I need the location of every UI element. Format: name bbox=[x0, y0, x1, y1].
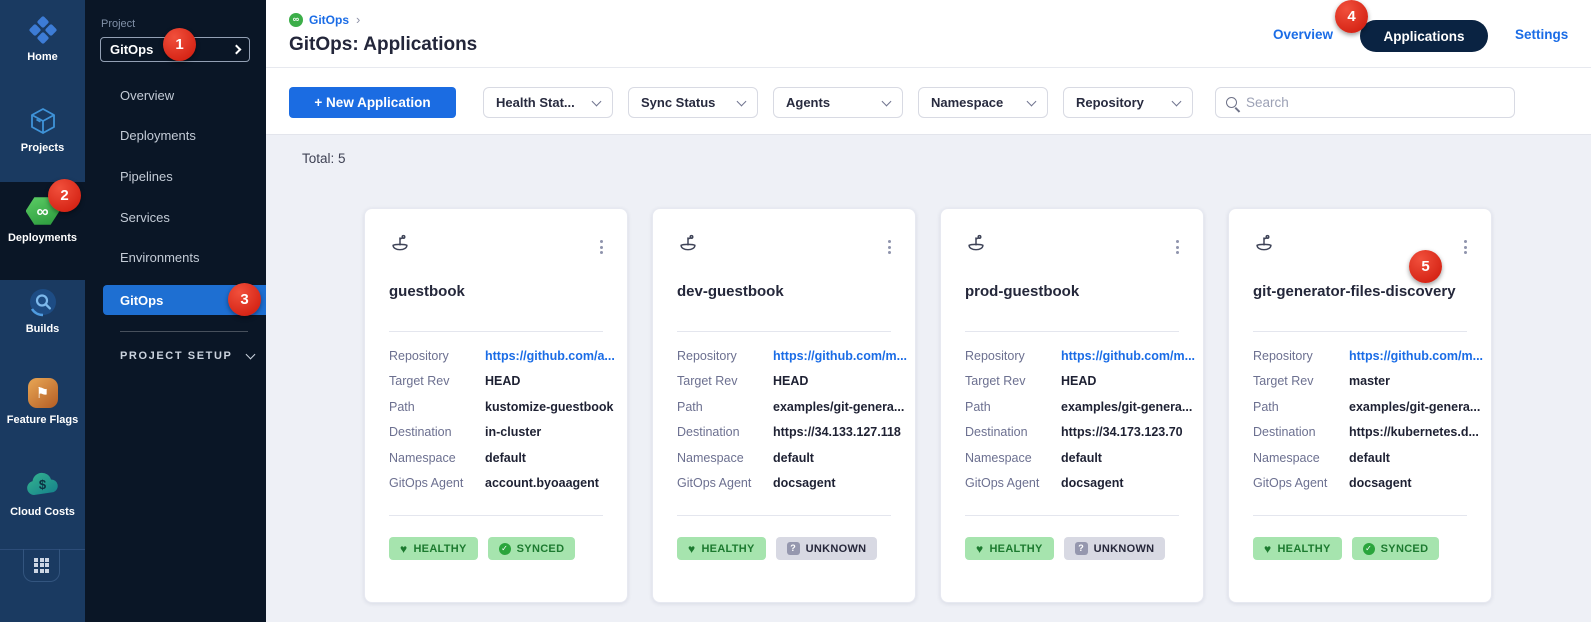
heart-icon: ♥ bbox=[688, 543, 695, 555]
builds-icon bbox=[28, 284, 58, 320]
chevron-down-icon bbox=[245, 349, 255, 359]
sync-status-filter[interactable]: Sync Status bbox=[628, 87, 758, 118]
som-mark-5: 5 bbox=[1409, 250, 1442, 283]
sidebar-divider bbox=[120, 331, 248, 332]
som-mark-3: 3 bbox=[228, 283, 261, 316]
sync-status-badge: ✓SYNCED bbox=[488, 537, 576, 560]
sync-status-badge: ?UNKNOWN bbox=[1064, 537, 1166, 560]
rail-item-builds[interactable]: Builds bbox=[0, 284, 85, 335]
chevron-right-icon bbox=[232, 45, 242, 55]
application-name: git-generator-files-discovery bbox=[1253, 283, 1456, 300]
rail-item-projects[interactable]: Projects bbox=[0, 103, 85, 154]
sync-status-badge: ?UNKNOWN bbox=[776, 537, 878, 560]
sidebar-item-deployments[interactable]: Deployments bbox=[120, 128, 196, 148]
application-card-dev-guestbook[interactable]: dev-guestbook Repositoryhttps://github.c… bbox=[652, 208, 916, 603]
agents-filter[interactable]: Agents bbox=[773, 87, 903, 118]
tab-overview[interactable]: Overview bbox=[1273, 27, 1333, 42]
som-mark-1: 1 bbox=[163, 28, 196, 61]
repository-link[interactable]: https://github.com/m... bbox=[1061, 349, 1195, 363]
repository-link[interactable]: https://github.com/m... bbox=[1349, 349, 1483, 363]
applications-content: Total: 5 guestbook bbox=[266, 136, 1591, 622]
tab-settings[interactable]: Settings bbox=[1515, 27, 1568, 42]
rail-item-feature-flags[interactable]: ⚑ Feature Flags bbox=[0, 375, 85, 426]
tab-applications[interactable]: Applications bbox=[1360, 20, 1488, 52]
application-cards: guestbook Repositoryhttps://github.com/a… bbox=[364, 208, 1492, 603]
feature-flags-icon: ⚑ bbox=[28, 375, 58, 411]
page-title: GitOps: Applications bbox=[289, 34, 477, 56]
breadcrumb-separator-icon: › bbox=[356, 12, 360, 27]
chevron-down-icon bbox=[1027, 96, 1037, 106]
repository-filter[interactable]: Repository bbox=[1063, 87, 1193, 118]
repository-link[interactable]: https://github.com/a... bbox=[485, 349, 615, 363]
heart-icon: ♥ bbox=[400, 543, 407, 555]
total-count: Total: 5 bbox=[302, 151, 346, 166]
health-status-badge: ♥HEALTHY bbox=[1253, 537, 1342, 560]
application-card-guestbook[interactable]: guestbook Repositoryhttps://github.com/a… bbox=[364, 208, 628, 603]
kebab-menu-icon[interactable] bbox=[596, 236, 607, 258]
sidebar-item-environments[interactable]: Environments bbox=[120, 250, 199, 270]
application-card-git-generator-files-discovery[interactable]: git-generator-files-discovery Repository… bbox=[1228, 208, 1492, 603]
project-section-label: Project bbox=[101, 18, 135, 30]
new-application-button[interactable]: + New Application bbox=[289, 87, 456, 118]
page-header: ∞ GitOps › GitOps: Applications Overview… bbox=[266, 0, 1591, 68]
sidebar-item-services[interactable]: Services bbox=[120, 210, 170, 230]
chevron-down-icon bbox=[882, 96, 892, 106]
cloud-costs-icon: $ bbox=[25, 467, 61, 503]
search-box bbox=[1215, 87, 1515, 118]
kebab-menu-icon[interactable] bbox=[1460, 236, 1471, 258]
sidebar-item-overview[interactable]: Overview bbox=[120, 88, 174, 108]
chevron-down-icon bbox=[737, 96, 747, 106]
application-card-prod-guestbook[interactable]: prod-guestbook Repositoryhttps://github.… bbox=[940, 208, 1204, 603]
argo-app-icon bbox=[965, 233, 987, 260]
grid-icon bbox=[34, 558, 49, 573]
som-mark-2: 2 bbox=[48, 179, 81, 212]
kebab-menu-icon[interactable] bbox=[884, 236, 895, 258]
heart-icon: ♥ bbox=[976, 543, 983, 555]
argo-app-icon bbox=[389, 233, 411, 260]
chevron-down-icon bbox=[592, 96, 602, 106]
project-setup-toggle[interactable]: PROJECT SETUP bbox=[120, 350, 254, 362]
argo-app-icon bbox=[1253, 233, 1275, 260]
som-mark-4: 4 bbox=[1335, 0, 1368, 33]
search-icon bbox=[1226, 97, 1237, 108]
question-icon: ? bbox=[787, 542, 800, 555]
application-name: guestbook bbox=[389, 283, 465, 300]
chevron-down-icon bbox=[1172, 96, 1182, 106]
sidebar-item-pipelines[interactable]: Pipelines bbox=[120, 169, 173, 189]
breadcrumb-gitops-link[interactable]: GitOps bbox=[309, 13, 349, 27]
namespace-filter[interactable]: Namespace bbox=[918, 87, 1048, 118]
rail-item-cloud-costs[interactable]: $ Cloud Costs bbox=[0, 467, 85, 518]
module-rail: Home Projects ∞ Deployments bbox=[0, 0, 85, 622]
search-input[interactable] bbox=[1246, 95, 1486, 110]
module-grid-button[interactable] bbox=[23, 549, 60, 582]
filter-toolbar: + New Application Health Stat... Sync St… bbox=[266, 68, 1591, 135]
application-name: dev-guestbook bbox=[677, 283, 784, 300]
home-icon bbox=[27, 12, 59, 48]
projects-cube-icon bbox=[28, 103, 58, 139]
health-status-filter[interactable]: Health Stat... bbox=[483, 87, 613, 118]
health-status-badge: ♥HEALTHY bbox=[389, 537, 478, 560]
health-status-badge: ♥HEALTHY bbox=[677, 537, 766, 560]
check-circle-icon: ✓ bbox=[1363, 543, 1375, 555]
main-area: ∞ GitOps › GitOps: Applications Overview… bbox=[266, 0, 1591, 622]
rail-item-home[interactable]: Home bbox=[0, 12, 85, 63]
gitops-applications-page: Home Projects ∞ Deployments bbox=[0, 0, 1591, 622]
repository-link[interactable]: https://github.com/m... bbox=[773, 349, 907, 363]
check-circle-icon: ✓ bbox=[499, 543, 511, 555]
question-icon: ? bbox=[1075, 542, 1088, 555]
health-status-badge: ♥HEALTHY bbox=[965, 537, 1054, 560]
kebab-menu-icon[interactable] bbox=[1172, 236, 1183, 258]
application-name: prod-guestbook bbox=[965, 283, 1079, 300]
gitops-icon: ∞ bbox=[289, 13, 303, 27]
heart-icon: ♥ bbox=[1264, 543, 1271, 555]
breadcrumb: ∞ GitOps › bbox=[289, 12, 360, 27]
argo-app-icon bbox=[677, 233, 699, 260]
sync-status-badge: ✓SYNCED bbox=[1352, 537, 1440, 560]
